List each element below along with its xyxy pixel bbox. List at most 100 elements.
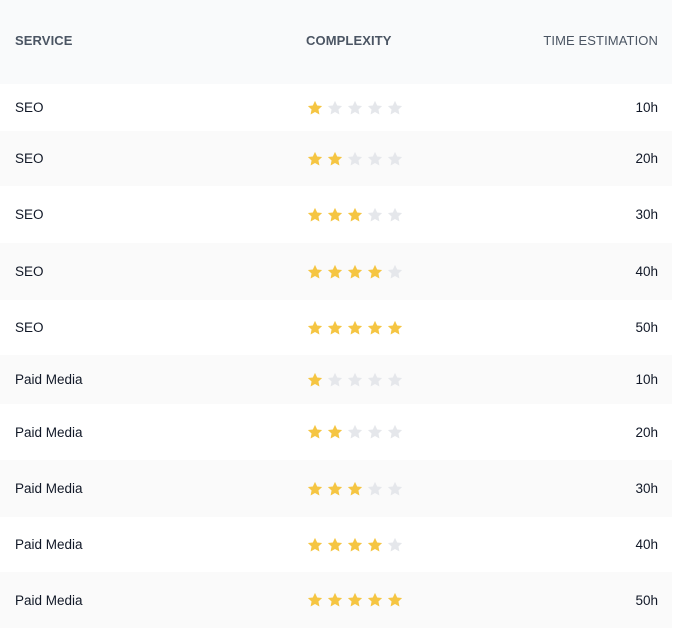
- star-filled-icon: [326, 536, 344, 554]
- table-row[interactable]: SEO 50h: [0, 300, 672, 355]
- services-table: SERVICE COMPLEXITY TIME ESTIMATION SEO 1…: [0, 0, 672, 628]
- star-filled-icon: [306, 150, 324, 168]
- star-empty-icon: [366, 206, 384, 224]
- star-filled-icon: [346, 480, 364, 498]
- star-filled-icon: [326, 423, 344, 441]
- star-empty-icon: [366, 423, 384, 441]
- star-rating: [306, 536, 492, 554]
- star-filled-icon: [306, 423, 324, 441]
- star-filled-icon: [326, 591, 344, 609]
- star-rating: [306, 150, 492, 168]
- star-empty-icon: [366, 480, 384, 498]
- star-filled-icon: [306, 206, 324, 224]
- complexity-cell: [296, 319, 492, 337]
- table-row[interactable]: Paid Media 50h: [0, 572, 672, 628]
- star-filled-icon: [346, 591, 364, 609]
- star-filled-icon: [346, 263, 364, 281]
- star-filled-icon: [306, 371, 324, 389]
- star-rating: [306, 263, 492, 281]
- time-estimation-cell: 30h: [635, 207, 658, 222]
- column-header-complexity[interactable]: COMPLEXITY: [296, 33, 492, 48]
- time-estimation-cell: 50h: [635, 320, 658, 335]
- complexity-cell: [296, 150, 492, 168]
- star-empty-icon: [346, 371, 364, 389]
- service-cell: SEO: [15, 320, 44, 335]
- star-rating: [306, 206, 492, 224]
- star-rating: [306, 591, 492, 609]
- star-empty-icon: [366, 150, 384, 168]
- star-filled-icon: [366, 536, 384, 554]
- star-empty-icon: [326, 371, 344, 389]
- time-estimation-cell: 20h: [635, 151, 658, 166]
- star-empty-icon: [386, 150, 404, 168]
- star-empty-icon: [386, 263, 404, 281]
- column-header-service[interactable]: SERVICE: [0, 33, 296, 48]
- star-empty-icon: [346, 423, 364, 441]
- star-empty-icon: [326, 99, 344, 117]
- service-cell: SEO: [15, 100, 44, 115]
- star-empty-icon: [366, 371, 384, 389]
- star-filled-icon: [326, 206, 344, 224]
- complexity-cell: [296, 206, 492, 224]
- complexity-cell: [296, 591, 492, 609]
- star-filled-icon: [306, 99, 324, 117]
- complexity-cell: [296, 480, 492, 498]
- star-filled-icon: [326, 319, 344, 337]
- table-row[interactable]: Paid Media 20h: [0, 404, 672, 460]
- star-empty-icon: [386, 99, 404, 117]
- star-rating: [306, 480, 492, 498]
- service-cell: Paid Media: [15, 537, 83, 552]
- star-empty-icon: [346, 99, 364, 117]
- table-row[interactable]: SEO 10h: [0, 84, 672, 131]
- service-cell: SEO: [15, 151, 44, 166]
- table-row[interactable]: SEO 30h: [0, 186, 672, 243]
- service-cell: SEO: [15, 264, 44, 279]
- star-filled-icon: [386, 591, 404, 609]
- complexity-cell: [296, 263, 492, 281]
- star-filled-icon: [326, 263, 344, 281]
- time-estimation-cell: 50h: [635, 592, 658, 608]
- complexity-cell: [296, 423, 492, 441]
- star-filled-icon: [306, 536, 324, 554]
- star-filled-icon: [306, 591, 324, 609]
- star-empty-icon: [346, 150, 364, 168]
- star-filled-icon: [366, 263, 384, 281]
- star-rating: [306, 423, 492, 441]
- star-rating: [306, 99, 492, 117]
- star-filled-icon: [306, 319, 324, 337]
- service-cell: Paid Media: [15, 372, 83, 387]
- service-cell: Paid Media: [15, 592, 83, 608]
- table-row[interactable]: SEO 40h: [0, 243, 672, 300]
- star-filled-icon: [366, 319, 384, 337]
- time-estimation-cell: 10h: [635, 100, 658, 115]
- star-filled-icon: [306, 480, 324, 498]
- star-filled-icon: [326, 150, 344, 168]
- complexity-cell: [296, 99, 492, 117]
- time-estimation-cell: 30h: [635, 481, 658, 496]
- star-empty-icon: [386, 536, 404, 554]
- star-rating: [306, 319, 492, 337]
- complexity-cell: [296, 536, 492, 554]
- time-estimation-cell: 20h: [635, 424, 658, 440]
- complexity-cell: [296, 371, 492, 389]
- time-estimation-cell: 10h: [635, 372, 658, 387]
- table-row[interactable]: Paid Media 10h: [0, 355, 672, 404]
- star-empty-icon: [386, 423, 404, 441]
- star-filled-icon: [366, 591, 384, 609]
- star-empty-icon: [386, 480, 404, 498]
- table-row[interactable]: SEO 20h: [0, 131, 672, 186]
- table-row[interactable]: Paid Media 30h: [0, 460, 672, 517]
- star-empty-icon: [386, 206, 404, 224]
- service-cell: Paid Media: [15, 481, 83, 496]
- star-filled-icon: [326, 480, 344, 498]
- star-filled-icon: [346, 206, 364, 224]
- star-filled-icon: [306, 263, 324, 281]
- star-empty-icon: [366, 99, 384, 117]
- column-header-time-estimation[interactable]: TIME ESTIMATION: [492, 33, 672, 48]
- table-header: SERVICE COMPLEXITY TIME ESTIMATION: [0, 0, 672, 84]
- star-rating: [306, 371, 492, 389]
- star-filled-icon: [346, 536, 364, 554]
- service-cell: SEO: [15, 207, 44, 222]
- table-row[interactable]: Paid Media 40h: [0, 517, 672, 572]
- star-filled-icon: [386, 319, 404, 337]
